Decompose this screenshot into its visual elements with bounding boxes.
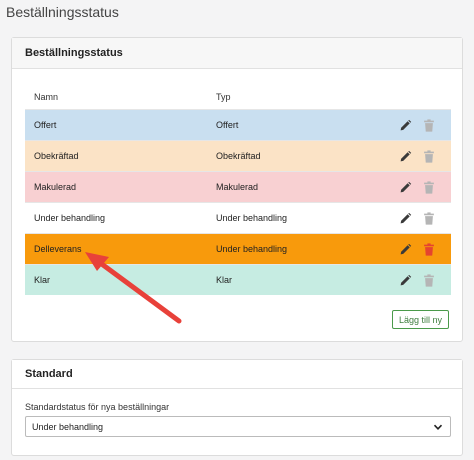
- row-actions: [391, 242, 451, 256]
- page-title: Beställningsstatus: [6, 4, 119, 20]
- column-header-name: Namn: [34, 92, 59, 102]
- standard-card: Standard Standardstatus för nya beställn…: [11, 359, 463, 456]
- table-row[interactable]: Makulerad Makulerad: [25, 171, 451, 202]
- status-table: Namn Typ Offert Offert Obekräftad Obekräfta…: [25, 85, 451, 295]
- row-actions: [391, 118, 451, 132]
- row-name: Klar: [34, 275, 51, 285]
- trash-icon[interactable]: [422, 273, 435, 287]
- row-type: Makulerad: [216, 182, 259, 192]
- row-name: Offert: [34, 120, 57, 130]
- table-header: Namn Typ: [25, 85, 451, 109]
- chevron-down-icon: [431, 420, 444, 433]
- row-actions: [391, 180, 451, 194]
- table-row[interactable]: Obekräftad Obekräftad: [25, 140, 451, 171]
- row-type: Klar: [216, 275, 233, 285]
- table-row[interactable]: Delleverans Under behandling: [25, 233, 451, 264]
- row-name: Delleverans: [34, 244, 82, 254]
- row-type: Under behandling: [216, 213, 288, 223]
- standard-card-title: Standard: [12, 360, 462, 389]
- row-name: Obekräftad: [34, 151, 79, 161]
- trash-icon[interactable]: [422, 118, 435, 132]
- add-new-button[interactable]: Lägg till ny: [391, 310, 449, 329]
- column-header-type: Typ: [216, 92, 231, 102]
- pencil-icon[interactable]: [399, 181, 412, 194]
- default-status-select[interactable]: Under behandling: [25, 416, 451, 437]
- trash-icon[interactable]: [422, 242, 435, 256]
- default-status-label: Standardstatus för nya beställningar: [25, 402, 170, 412]
- trash-icon[interactable]: [422, 211, 435, 225]
- pencil-icon[interactable]: [399, 274, 412, 287]
- row-name: Under behandling: [34, 213, 106, 223]
- row-type: Obekräftad: [216, 151, 261, 161]
- table-body: Offert Offert Obekräftad Obekräftad Makulera…: [25, 109, 451, 295]
- row-name: Makulerad: [34, 182, 77, 192]
- pencil-icon[interactable]: [399, 243, 412, 256]
- row-actions: [391, 149, 451, 163]
- trash-icon[interactable]: [422, 180, 435, 194]
- row-type: Offert: [216, 120, 239, 130]
- table-row[interactable]: Under behandling Under behandling: [25, 202, 451, 233]
- default-status-value: Under behandling: [32, 421, 104, 432]
- pencil-icon[interactable]: [399, 212, 412, 225]
- pencil-icon[interactable]: [399, 119, 412, 132]
- row-actions: [391, 273, 451, 287]
- pencil-icon[interactable]: [399, 150, 412, 163]
- table-row[interactable]: Klar Klar: [25, 264, 451, 295]
- trash-icon[interactable]: [422, 149, 435, 163]
- row-type: Under behandling: [216, 244, 288, 254]
- status-card-title: Beställningsstatus: [12, 38, 462, 69]
- row-actions: [391, 211, 451, 225]
- status-card: Beställningsstatus Namn Typ Offert Offert…: [11, 37, 463, 342]
- table-row[interactable]: Offert Offert: [25, 109, 451, 140]
